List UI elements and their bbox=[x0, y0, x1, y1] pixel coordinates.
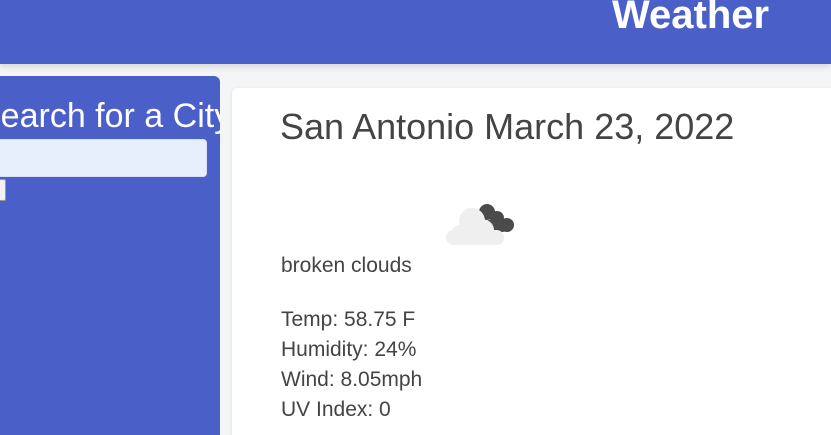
search-button[interactable] bbox=[0, 179, 6, 201]
broken-clouds-icon bbox=[446, 204, 514, 245]
temperature-text: Temp: 58.75 F bbox=[281, 308, 416, 331]
city-date-title: San Antonio March 23, 2022 bbox=[280, 106, 735, 147]
wind-text: Wind: 8.05mph bbox=[281, 368, 423, 391]
uv-index-text: UV Index: 0 bbox=[281, 398, 391, 421]
city-search-input[interactable] bbox=[0, 139, 207, 177]
app-title: Weather bbox=[612, 0, 770, 37]
humidity-text: Humidity: 24% bbox=[281, 338, 417, 361]
search-heading-text: Search for a City: bbox=[0, 97, 220, 135]
app-header: Weather bbox=[0, 0, 831, 64]
weather-description: broken clouds bbox=[281, 254, 412, 277]
search-heading: Search for a City: bbox=[0, 96, 220, 136]
